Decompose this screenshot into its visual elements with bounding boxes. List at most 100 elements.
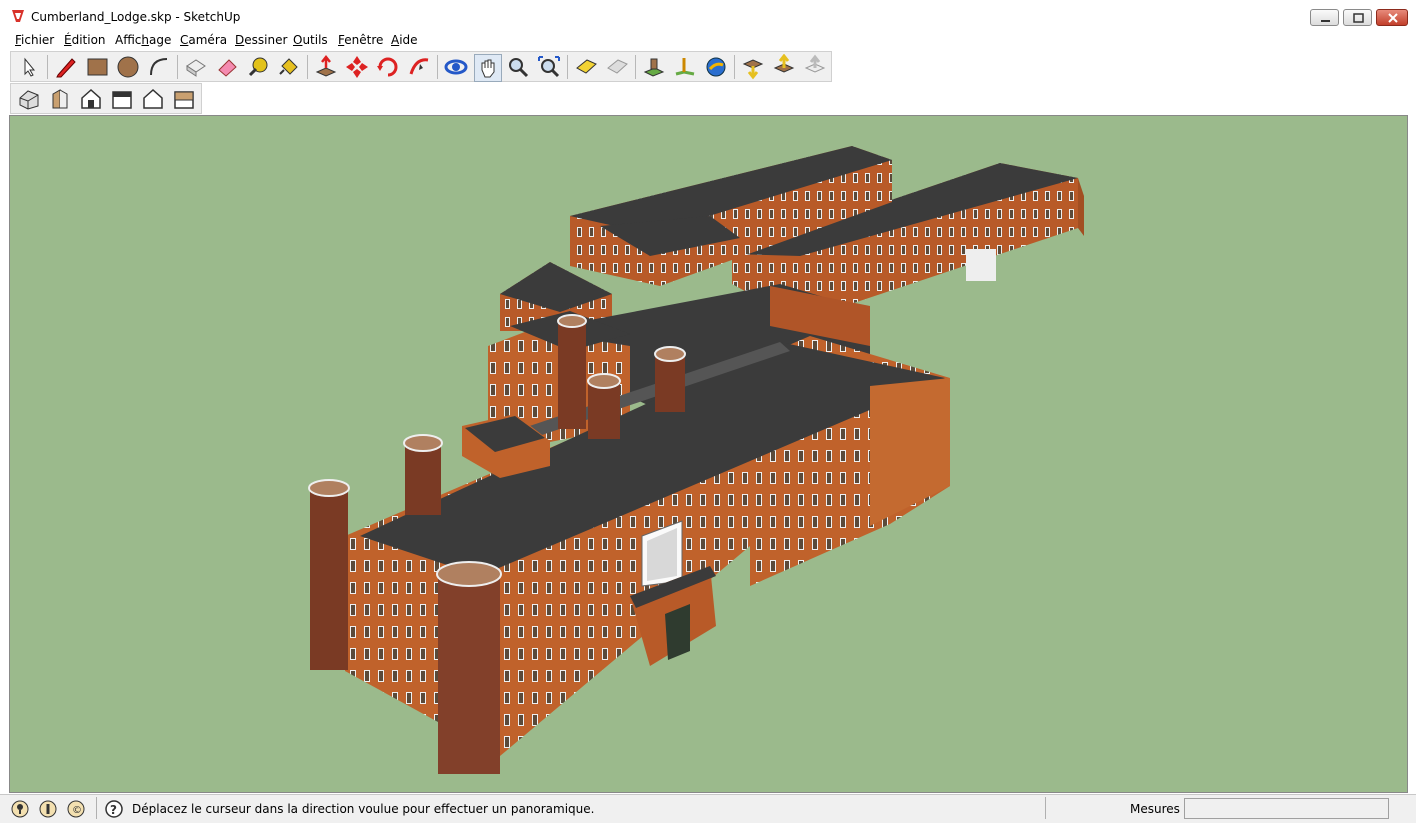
iso-view-button[interactable] — [16, 86, 42, 112]
pencil-tool-button[interactable] — [53, 54, 79, 80]
minimize-button[interactable] — [1310, 9, 1339, 26]
menu-edition[interactable]: Édition — [64, 33, 106, 47]
next-view-icon — [607, 59, 628, 74]
menu-label: dition — [71, 33, 106, 47]
push-pull-icon — [315, 54, 337, 77]
menu-mnemonic: É — [64, 33, 72, 47]
component-icon — [186, 59, 206, 77]
maximize-button[interactable] — [1343, 9, 1372, 26]
tower-front-center — [403, 434, 443, 515]
arc-icon — [150, 58, 168, 76]
menu-mnemonic: A — [391, 33, 400, 47]
tower-back — [557, 314, 587, 429]
circle-tool-button[interactable] — [115, 54, 141, 80]
front-view-button[interactable] — [47, 86, 73, 112]
google-earth-tool-button[interactable] — [703, 54, 729, 80]
menu-camera[interactable]: Caméra — [180, 33, 227, 47]
get-models-icon — [742, 59, 764, 80]
previous-view-tool-button[interactable] — [573, 54, 599, 80]
select-arrow-icon — [24, 57, 36, 77]
window-title: Cumberland_Lodge.skp - SketchUp — [31, 10, 241, 24]
right-house-icon — [112, 91, 132, 109]
menu-fichier[interactable]: Fichier — [15, 33, 54, 47]
sketchup-app-icon — [12, 10, 24, 22]
make-component-tool-button[interactable] — [183, 54, 209, 80]
model-viewport[interactable] — [9, 115, 1408, 793]
cumberland-lodge-model — [308, 146, 1084, 774]
menu-label: ide — [399, 33, 418, 47]
geo-location-icon[interactable] — [10, 799, 30, 819]
get-models-tool-button[interactable] — [740, 54, 766, 80]
zoom-extents-tool-button[interactable] — [536, 54, 562, 80]
next-view-tool-button[interactable] — [604, 54, 630, 80]
views-toolbar — [10, 83, 202, 114]
follow-me-icon — [409, 58, 429, 75]
pencil-icon — [56, 58, 76, 78]
menu-label: ichier — [21, 33, 55, 47]
move-icon — [346, 56, 368, 78]
main-toolbar — [10, 51, 832, 82]
toggle-terrain-tool-button[interactable] — [672, 54, 698, 80]
window-border — [1408, 51, 1416, 794]
close-button[interactable] — [1376, 9, 1408, 26]
minimize-icon — [1321, 20, 1330, 22]
tower-middle-right — [654, 346, 686, 412]
tower-middle — [587, 373, 621, 439]
menu-label: essiner — [244, 33, 288, 47]
menu-label: utils — [302, 33, 328, 47]
top-house-icon — [81, 88, 101, 109]
arc-tool-button[interactable] — [146, 54, 172, 80]
google-earth-icon — [706, 57, 726, 77]
rotate-icon — [377, 57, 398, 77]
paint-bucket-tool-button[interactable] — [276, 54, 302, 80]
orbit-tool-button[interactable] — [443, 54, 469, 80]
add-location-icon — [643, 58, 665, 77]
pan-tool-button[interactable] — [474, 54, 502, 82]
menu-affichage[interactable]: Affichage — [115, 33, 171, 47]
share-component-icon — [804, 54, 826, 73]
terrain-icon — [675, 58, 695, 76]
share-component-tool-button[interactable] — [802, 54, 828, 80]
rectangle-icon — [87, 58, 108, 76]
tower-front-corner — [436, 561, 502, 774]
back-view-button[interactable] — [140, 86, 166, 112]
rectangle-tool-button[interactable] — [84, 54, 110, 80]
close-icon — [1388, 13, 1398, 23]
measurements-input[interactable] — [1184, 798, 1389, 819]
move-tool-button[interactable] — [344, 54, 370, 80]
select-tool-button[interactable] — [16, 54, 42, 80]
svg-text:?: ? — [110, 803, 117, 817]
right-view-button[interactable] — [109, 86, 135, 112]
left-house-icon — [174, 91, 194, 109]
menu-fenetre[interactable]: Fenêtre — [338, 33, 383, 47]
top-view-button[interactable] — [78, 86, 104, 112]
zoom-icon — [509, 58, 529, 78]
menu-outils[interactable]: Outils — [293, 33, 328, 47]
credits-icon[interactable] — [38, 799, 58, 819]
left-view-button[interactable] — [171, 86, 197, 112]
eraser-tool-button[interactable] — [214, 54, 240, 80]
tape-measure-tool-button[interactable] — [245, 54, 271, 80]
restore-icon — [1353, 13, 1364, 23]
orbit-icon — [444, 59, 468, 75]
menu-dessiner[interactable]: Dessiner — [235, 33, 287, 47]
previous-view-icon — [576, 59, 597, 74]
add-location-tool-button[interactable] — [641, 54, 667, 80]
tower-left-front — [308, 479, 350, 670]
menu-aide[interactable]: Aide — [391, 33, 418, 47]
follow-me-tool-button[interactable] — [406, 54, 432, 80]
measurements-label: Mesures — [1130, 802, 1180, 816]
menu-mnemonic: h — [141, 33, 150, 47]
menu-label: améra — [188, 33, 228, 47]
rotate-tool-button[interactable] — [375, 54, 401, 80]
zoom-tool-button[interactable] — [505, 54, 531, 80]
help-icon[interactable]: ? — [104, 799, 124, 819]
share-model-icon — [773, 53, 795, 73]
tape-measure-icon — [248, 57, 268, 77]
share-model-tool-button[interactable] — [771, 53, 797, 80]
account-icon[interactable]: © — [66, 799, 86, 819]
menu-label: enêtre — [344, 33, 384, 47]
menu-bar: Fichier Édition Affichage Caméra Dessine… — [0, 31, 1416, 51]
push-pull-tool-button[interactable] — [313, 54, 339, 80]
menu-mnemonic: D — [235, 33, 245, 47]
